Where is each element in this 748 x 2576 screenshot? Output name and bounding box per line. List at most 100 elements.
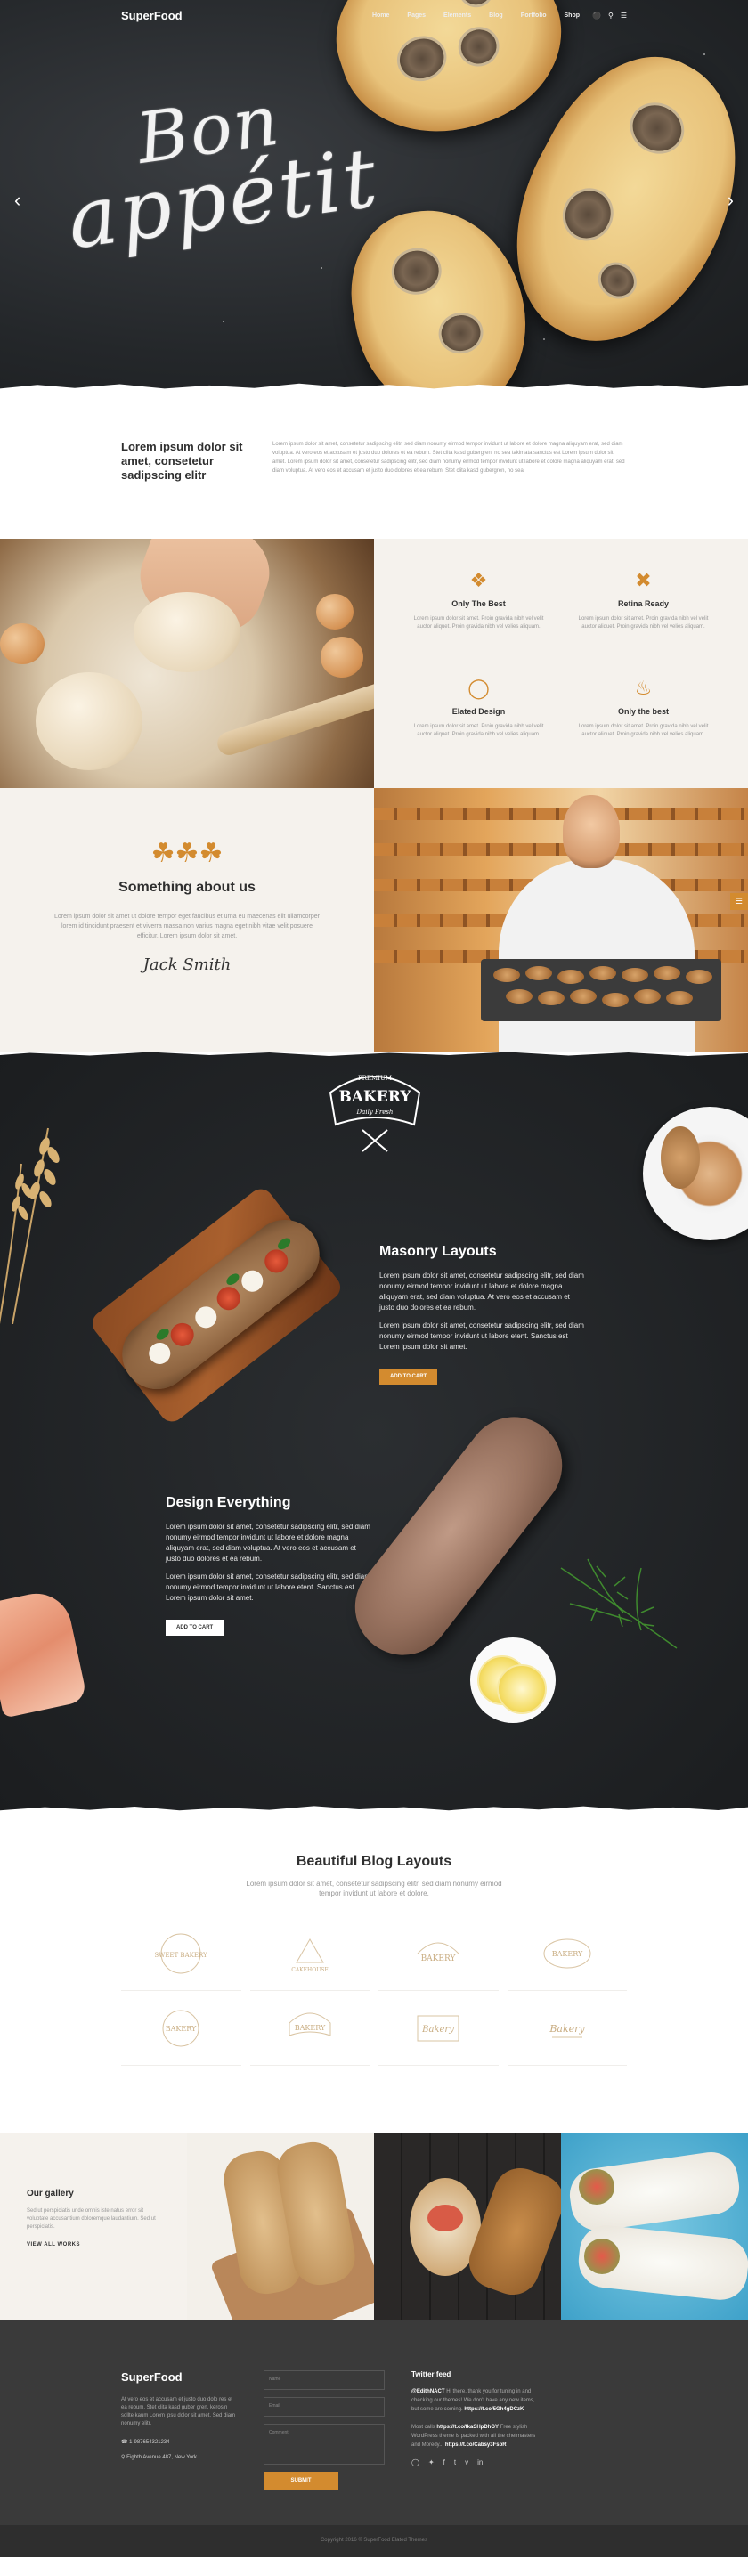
feature-item: ✖ Retina Ready Lorem ipsum dolor sit ame… — [574, 569, 712, 662]
site-footer: SuperFood At vero eos et accusam et just… — [0, 2320, 748, 2557]
design-p1: Lorem ipsum dolor sit amet, consetetur s… — [166, 1523, 370, 1563]
intro-title: Lorem ipsum dolor sit amet, consetetur s… — [121, 440, 243, 482]
about-title: Something about us — [118, 880, 256, 895]
client-logo[interactable]: Bakery — [378, 1991, 499, 2066]
svg-text:Daily Fresh: Daily Fresh — [356, 1109, 394, 1116]
feature-item: ◯ Elated Design Lorem ipsum dolor sit am… — [410, 677, 548, 770]
torn-edge — [0, 1806, 748, 1813]
footer-logo[interactable]: SuperFood — [121, 2370, 237, 2384]
twitter-icon[interactable]: ✦ — [428, 2458, 435, 2466]
svg-text:PREMIUM: PREMIUM — [358, 1075, 392, 1082]
name-field[interactable]: Name — [264, 2370, 385, 2390]
nav-item-blog[interactable]: Blog — [489, 12, 503, 19]
salt-speck — [543, 338, 545, 340]
wheat-icon: ☘☘☘ — [150, 839, 224, 868]
masonry-p1: Lorem ipsum dolor sit amet, consetetur s… — [379, 1272, 584, 1312]
rolling-pin-icon: ◯ — [467, 677, 490, 699]
slider-next-arrow-icon[interactable]: › — [728, 189, 734, 212]
client-logo[interactable]: SWEET BAKERY — [121, 1916, 241, 1991]
svg-text:BAKERY: BAKERY — [166, 2025, 197, 2033]
cart-icon[interactable]: ⚫ — [592, 12, 601, 20]
client-logo[interactable]: BAKERY — [249, 1991, 370, 2066]
wheat-icon: ❖ — [469, 569, 488, 591]
contact-form: Name Email Comment SUBMIT — [264, 2370, 385, 2490]
svg-text:CAKEHOUSE: CAKEHOUSE — [291, 1967, 328, 1973]
nav-item-pages[interactable]: Pages — [407, 12, 426, 19]
feature-item: ❖ Only The Best Lorem ipsum dolor sit am… — [410, 569, 548, 662]
instagram-icon[interactable]: ◯ — [411, 2458, 419, 2466]
feature-text: Lorem ipsum dolor sit amet. Proin gravid… — [578, 616, 709, 630]
gallery-title: Our gallery — [27, 2189, 74, 2198]
vimeo-icon[interactable]: v — [465, 2458, 468, 2466]
svg-text:BAKERY: BAKERY — [294, 2024, 325, 2032]
logo-prefix: Super — [121, 2370, 154, 2384]
add-to-cart-button[interactable]: ADD TO CART — [166, 1620, 224, 1636]
footer-address: ⚲ Eighth Avenue 487, New York — [121, 2454, 237, 2460]
whisk-icon: ✖ — [635, 569, 652, 591]
phone-text: 1-987654321234 — [129, 2440, 170, 2445]
gallery-image[interactable] — [561, 2133, 748, 2320]
salt-speck — [223, 321, 224, 322]
client-logo[interactable]: Bakery — [507, 1991, 627, 2066]
linkedin-icon[interactable]: in — [477, 2458, 483, 2466]
masonry-block: Masonry Layouts Lorem ipsum dolor sit am… — [379, 1244, 584, 1385]
copyright: Copyright 2016 © SuperFood Elated Themes — [0, 2525, 748, 2557]
tweet: @EdithNACT Hi there, thank you for tunin… — [411, 2387, 536, 2414]
nav-item-home[interactable]: Home — [372, 12, 389, 19]
client-logo[interactable]: CAKEHOUSE — [249, 1916, 370, 1991]
gallery-image[interactable] — [187, 2133, 374, 2320]
submit-button[interactable]: SUBMIT — [264, 2472, 338, 2490]
nav-menu: Home Pages Elements Blog Portfolio Shop — [372, 12, 580, 19]
bread-loaf-image — [336, 1397, 581, 1675]
blog-section: Beautiful Blog Layouts Lorem ipsum dolor… — [0, 1813, 748, 2133]
gallery-text: Our gallery Sed ut perspiciatis unde omn… — [0, 2133, 187, 2320]
logo-suffix: Food — [153, 2370, 183, 2384]
salmon-image — [0, 1587, 88, 1719]
cookie-image — [661, 1126, 700, 1189]
client-logo[interactable]: BAKERY — [378, 1916, 499, 1991]
feature-text: Lorem ipsum dolor sit amet. Proin gravid… — [413, 724, 544, 737]
nav-item-elements[interactable]: Elements — [443, 12, 471, 19]
feature-grid: ❖ Only The Best Lorem ipsum dolor sit am… — [374, 539, 748, 788]
email-field[interactable]: Email — [264, 2397, 385, 2417]
menu-icon[interactable]: ☰ — [621, 12, 627, 20]
tweet-link[interactable]: https://t.co/5Gh4gDCzK — [464, 2407, 524, 2412]
footer-about: SuperFood At vero eos et accusam et just… — [121, 2370, 237, 2490]
facebook-icon[interactable]: f — [443, 2458, 445, 2466]
footer-text: At vero eos et accusam et justo duo dolo… — [121, 2397, 236, 2426]
search-icon[interactable]: ⚲ — [608, 12, 614, 20]
tweet-link[interactable]: https://t.co/fkaSHpDhGY — [436, 2425, 499, 2430]
tweet: Most calls https://t.co/fkaSHpDhGY Free … — [411, 2423, 536, 2450]
tweet-link[interactable]: https://t.co/Cabsy3FsbR — [445, 2442, 507, 2448]
side-tab-icon[interactable]: ☰ — [729, 893, 748, 910]
nav-item-shop[interactable]: Shop — [565, 12, 581, 19]
baker-image: ☰ — [374, 788, 748, 1052]
hero-title: Bon appétit — [53, 68, 385, 267]
footer-phone: ☎ 1-987654321234 — [121, 2439, 237, 2445]
phone-icon: ☎ — [121, 2440, 130, 2445]
design-title: Design Everything — [166, 1495, 291, 1510]
wheat-image — [0, 1127, 60, 1324]
add-to-cart-button[interactable]: ADD TO CART — [379, 1369, 438, 1385]
feature-text: Lorem ipsum dolor sit amet. Proin gravid… — [413, 616, 544, 630]
slider-prev-arrow-icon[interactable]: ‹ — [14, 189, 20, 212]
gallery-body: Sed ut perspiciatis unde omnis iste natu… — [27, 2208, 156, 2230]
about-body: Lorem ipsum dolor sit amet ut dolore tem… — [53, 914, 321, 939]
design-p2: Lorem ipsum dolor sit amet, consetetur s… — [166, 1572, 370, 1602]
blog-subtitle: Lorem ipsum dolor sit amet, consetetur s… — [246, 1880, 502, 1897]
intro-body: Lorem ipsum dolor sit amet, consetetur s… — [272, 442, 625, 474]
client-logo[interactable]: BAKERY — [121, 1991, 241, 2066]
view-all-link[interactable]: VIEW ALL WORKS — [27, 2242, 160, 2247]
social-links: ◯ ✦ f t v in — [411, 2458, 536, 2466]
tweet-text: Most calls — [411, 2425, 435, 2430]
tumblr-icon[interactable]: t — [454, 2458, 456, 2466]
site-logo[interactable]: SuperFood — [121, 9, 183, 22]
message-field[interactable]: Comment — [264, 2424, 385, 2465]
nav-item-portfolio[interactable]: Portfolio — [521, 12, 547, 19]
logo-prefix: Super — [121, 8, 154, 22]
gallery-image[interactable] — [374, 2133, 561, 2320]
gallery-section: Our gallery Sed ut perspiciatis unde omn… — [0, 2133, 748, 2320]
tweet-user[interactable]: @EdithNACT — [411, 2389, 445, 2394]
client-logo[interactable]: BAKERY — [507, 1916, 627, 1991]
feature-text: Lorem ipsum dolor sit amet. Proin gravid… — [578, 724, 709, 737]
